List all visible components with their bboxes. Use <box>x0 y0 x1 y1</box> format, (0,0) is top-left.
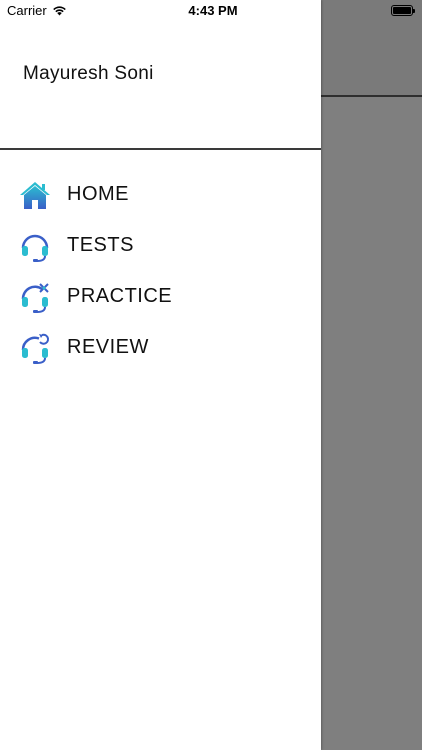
status-bar: Carrier 4:43 PM <box>0 0 422 22</box>
user-name: Mayuresh Soni <box>23 63 154 84</box>
menu-item-label: HOME <box>67 183 129 205</box>
menu-item-review[interactable]: REVIEW <box>0 325 321 376</box>
dimmed-content-overlay[interactable] <box>321 0 422 750</box>
headset-refresh-icon <box>21 333 50 364</box>
menu-item-label: REVIEW <box>67 336 149 358</box>
home-icon <box>20 182 50 209</box>
battery-fill <box>393 7 411 14</box>
battery-tip <box>413 9 415 13</box>
status-time: 4:43 PM <box>188 3 238 18</box>
menu-item-practice[interactable]: PRACTICE <box>0 274 321 325</box>
menu-item-label: TESTS <box>67 234 134 256</box>
drawer-header: Mayuresh Soni <box>0 0 321 150</box>
screen: Mayuresh Soni HOME TESTS PRACTICE REVIEW… <box>0 0 422 750</box>
dimmed-nav-divider <box>321 95 422 97</box>
battery-icon <box>391 5 415 16</box>
headset-tools-icon <box>21 283 49 313</box>
drawer-menu: HOME TESTS PRACTICE REVIEW <box>0 172 321 376</box>
menu-item-home[interactable]: HOME <box>0 172 321 223</box>
menu-item-label: PRACTICE <box>67 285 173 307</box>
menu-item-tests[interactable]: TESTS <box>0 223 321 274</box>
navigation-drawer: Mayuresh Soni HOME TESTS PRACTICE REVIEW <box>0 0 321 750</box>
headset-icon <box>21 234 49 262</box>
